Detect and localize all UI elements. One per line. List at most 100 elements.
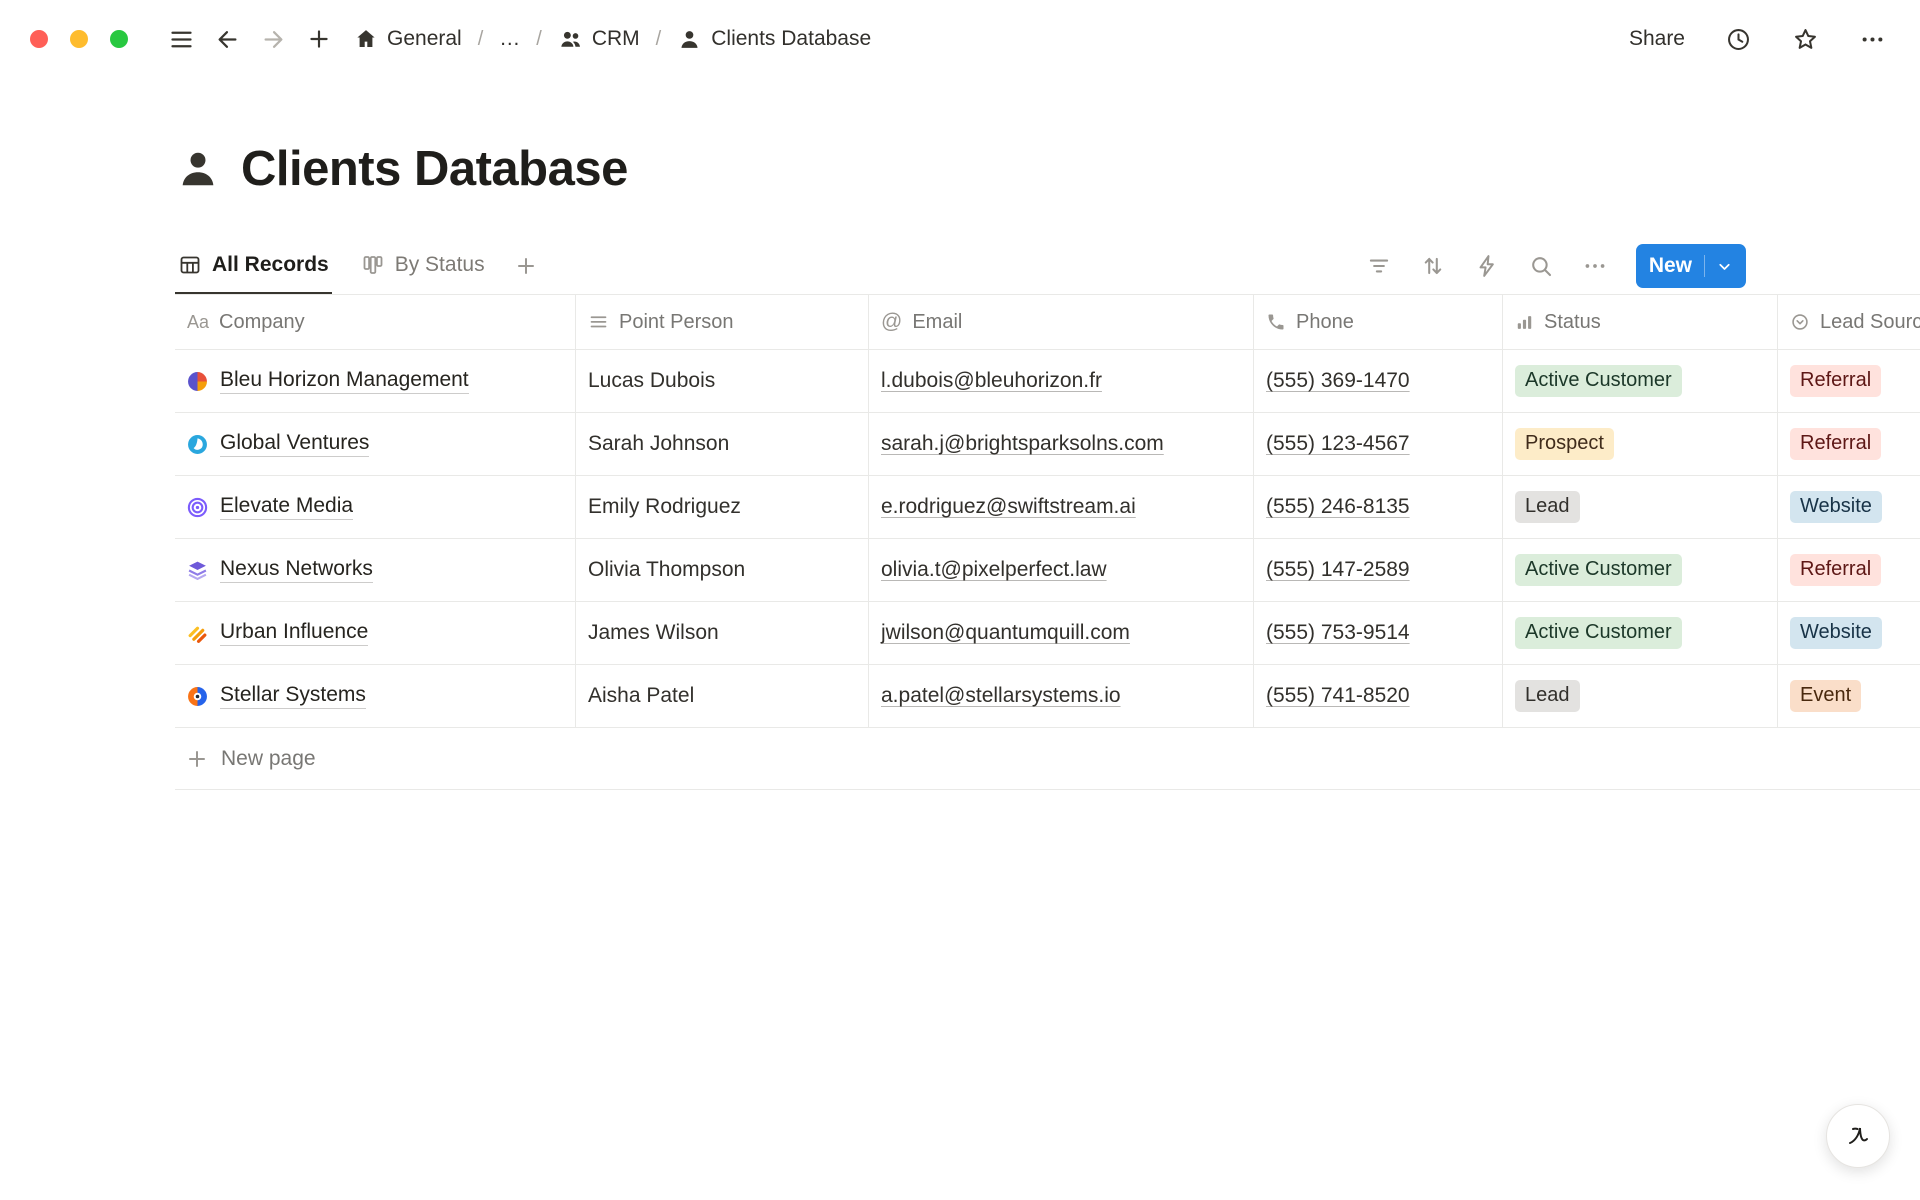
company-link[interactable]: Stellar Systems xyxy=(220,683,366,709)
email-link[interactable]: jwilson@quantumquill.com xyxy=(881,621,1130,645)
column-header-company[interactable]: AaCompany xyxy=(175,295,576,349)
phone-link[interactable]: (555) 753-9514 xyxy=(1266,621,1410,645)
tab-label: By Status xyxy=(395,253,485,277)
new-record-button[interactable]: New xyxy=(1636,244,1746,288)
cell-status[interactable]: Active Customer xyxy=(1503,350,1778,412)
new-tab-button[interactable] xyxy=(300,20,338,58)
cell-point-person[interactable]: James Wilson xyxy=(576,602,869,664)
breadcrumb: General / … / CRM / Clients Database xyxy=(348,24,877,55)
sidebar-menu-button[interactable] xyxy=(162,20,200,58)
cell-company[interactable]: Urban Influence xyxy=(175,602,576,664)
breadcrumb-item-clients-database[interactable]: Clients Database xyxy=(671,24,877,55)
cell-lead-source[interactable]: Referral xyxy=(1778,539,1920,601)
cell-email[interactable]: olivia.t@pixelperfect.law xyxy=(869,539,1254,601)
phone-link[interactable]: (555) 246-8135 xyxy=(1266,495,1410,519)
cell-point-person[interactable]: Emily Rodriguez xyxy=(576,476,869,538)
company-link[interactable]: Elevate Media xyxy=(220,494,353,520)
cell-point-person[interactable]: Lucas Dubois xyxy=(576,350,869,412)
cell-status[interactable]: Lead xyxy=(1503,665,1778,727)
email-link[interactable]: e.rodriguez@swiftstream.ai xyxy=(881,495,1136,519)
ai-assistant-button[interactable] xyxy=(1826,1104,1890,1168)
column-header-email[interactable]: @Email xyxy=(869,295,1254,349)
tab-all-records[interactable]: All Records xyxy=(175,238,332,294)
cell-phone[interactable]: (555) 753-9514 xyxy=(1254,602,1503,664)
cell-phone[interactable]: (555) 741-8520 xyxy=(1254,665,1503,727)
cell-phone[interactable]: (555) 246-8135 xyxy=(1254,476,1503,538)
automations-button[interactable] xyxy=(1474,253,1500,279)
company-link[interactable]: Bleu Horizon Management xyxy=(220,368,469,394)
history-button[interactable] xyxy=(1725,26,1752,53)
cell-company[interactable]: Elevate Media xyxy=(175,476,576,538)
cell-status[interactable]: Active Customer xyxy=(1503,602,1778,664)
cell-email[interactable]: a.patel@stellarsystems.io xyxy=(869,665,1254,727)
cell-lead-source[interactable]: Event xyxy=(1778,665,1920,727)
filter-button[interactable] xyxy=(1366,253,1392,279)
cell-phone[interactable]: (555) 123-4567 xyxy=(1254,413,1503,475)
search-button[interactable] xyxy=(1528,253,1554,279)
tab-by-status[interactable]: By Status xyxy=(358,238,488,294)
cell-status[interactable]: Lead xyxy=(1503,476,1778,538)
column-header-point-person[interactable]: Point Person xyxy=(576,295,869,349)
email-link[interactable]: olivia.t@pixelperfect.law xyxy=(881,558,1107,582)
cell-email[interactable]: e.rodriguez@swiftstream.ai xyxy=(869,476,1254,538)
cell-company[interactable]: Stellar Systems xyxy=(175,665,576,727)
clock-icon xyxy=(1725,26,1752,53)
cell-email[interactable]: sarah.j@brightsparksolns.com xyxy=(869,413,1254,475)
email-link[interactable]: l.dubois@bleuhorizon.fr xyxy=(881,369,1102,393)
forward-button[interactable] xyxy=(254,20,292,58)
sort-button[interactable] xyxy=(1420,253,1446,279)
more-options-button[interactable] xyxy=(1859,26,1886,53)
back-button[interactable] xyxy=(208,20,246,58)
column-header-phone[interactable]: Phone xyxy=(1254,295,1503,349)
cell-lead-source[interactable]: Referral xyxy=(1778,350,1920,412)
zoom-window-button[interactable] xyxy=(110,30,128,48)
company-link[interactable]: Urban Influence xyxy=(220,620,368,646)
cell-company[interactable]: Bleu Horizon Management xyxy=(175,350,576,412)
cell-company[interactable]: Nexus Networks xyxy=(175,539,576,601)
company-link[interactable]: Global Ventures xyxy=(220,431,369,457)
view-options-button[interactable] xyxy=(1582,253,1608,279)
share-button[interactable]: Share xyxy=(1629,27,1685,51)
column-header-lead-source[interactable]: Lead Source xyxy=(1778,295,1920,349)
favorite-button[interactable] xyxy=(1792,26,1819,53)
cell-point-person[interactable]: Olivia Thompson xyxy=(576,539,869,601)
cell-lead-source[interactable]: Referral xyxy=(1778,413,1920,475)
cell-phone[interactable]: (555) 369-1470 xyxy=(1254,350,1503,412)
phone-link[interactable]: (555) 369-1470 xyxy=(1266,369,1410,393)
breadcrumb-label: CRM xyxy=(592,27,640,51)
phone-link[interactable]: (555) 147-2589 xyxy=(1266,558,1410,582)
column-header-status[interactable]: Status xyxy=(1503,295,1778,349)
point-person-text: Sarah Johnson xyxy=(588,432,729,456)
cell-point-person[interactable]: Aisha Patel xyxy=(576,665,869,727)
breadcrumb-item-ellipsis[interactable]: … xyxy=(493,24,526,54)
ai-face-icon xyxy=(1841,1119,1875,1153)
cell-status[interactable]: Active Customer xyxy=(1503,539,1778,601)
new-page-row[interactable]: New page xyxy=(175,728,1920,790)
add-view-button[interactable] xyxy=(514,254,538,278)
table-row[interactable]: Stellar Systems Aisha Patel a.patel@stella… xyxy=(175,665,1920,728)
phone-link[interactable]: (555) 123-4567 xyxy=(1266,432,1410,456)
cell-status[interactable]: Prospect xyxy=(1503,413,1778,475)
cell-phone[interactable]: (555) 147-2589 xyxy=(1254,539,1503,601)
cell-lead-source[interactable]: Website xyxy=(1778,476,1920,538)
phone-link[interactable]: (555) 741-8520 xyxy=(1266,684,1410,708)
cell-company[interactable]: Global Ventures xyxy=(175,413,576,475)
close-window-button[interactable] xyxy=(30,30,48,48)
table-row[interactable]: Bleu Horizon Management Lucas Dubois l.dub… xyxy=(175,350,1920,413)
point-person-text: Emily Rodriguez xyxy=(588,495,741,519)
minimize-window-button[interactable] xyxy=(70,30,88,48)
table-row[interactable]: Nexus Networks Olivia Thompson olivia.t@pi… xyxy=(175,539,1920,602)
cell-email[interactable]: jwilson@quantumquill.com xyxy=(869,602,1254,664)
table-row[interactable]: Global Ventures Sarah Johnson sarah.j@brig… xyxy=(175,413,1920,476)
cell-email[interactable]: l.dubois@bleuhorizon.fr xyxy=(869,350,1254,412)
email-link[interactable]: a.patel@stellarsystems.io xyxy=(881,684,1121,708)
cell-lead-source[interactable]: Website xyxy=(1778,602,1920,664)
cell-point-person[interactable]: Sarah Johnson xyxy=(576,413,869,475)
email-link[interactable]: sarah.j@brightsparksolns.com xyxy=(881,432,1164,456)
breadcrumb-item-crm[interactable]: CRM xyxy=(552,24,646,55)
table-row[interactable]: Elevate Media Emily Rodriguez e.rodriguez@… xyxy=(175,476,1920,539)
breadcrumb-item-general[interactable]: General xyxy=(348,24,468,54)
table-row[interactable]: Urban Influence James Wilson jwilson@quant… xyxy=(175,602,1920,665)
person-icon[interactable] xyxy=(175,146,221,192)
company-link[interactable]: Nexus Networks xyxy=(220,557,373,583)
